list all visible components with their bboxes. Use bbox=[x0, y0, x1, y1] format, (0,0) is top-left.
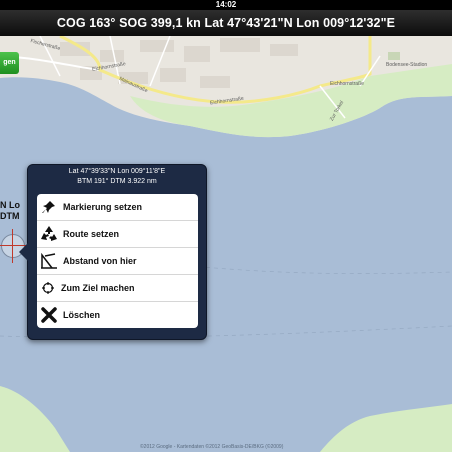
menu-item-label: Zum Ziel machen bbox=[61, 283, 135, 293]
recycle-icon bbox=[37, 225, 61, 243]
delete-x-icon bbox=[37, 307, 61, 323]
navigation-info-bar: COG 163° SOG 399,1 kn Lat 47°43'21"N Lon… bbox=[0, 10, 452, 36]
pin-icon bbox=[37, 200, 61, 214]
popup-header: Lat 47°39'33"N Lon 009°11'8"E BTM 191° D… bbox=[28, 165, 206, 187]
nav-info-text: COG 163° SOG 399,1 kn Lat 47°43'21"N Lon… bbox=[56, 16, 396, 30]
status-time: 14:02 bbox=[215, 0, 237, 9]
status-bar: 14:02 bbox=[0, 0, 452, 10]
popup-pointer bbox=[19, 243, 28, 261]
offscreen-label-line2: DTM bbox=[0, 211, 20, 221]
context-popup: Lat 47°39'33"N Lon 009°11'8"E BTM 191° D… bbox=[19, 164, 207, 340]
offscreen-label-line1: N Lo bbox=[0, 200, 20, 210]
menu-item-distance-from-here[interactable]: Abstand von hier bbox=[37, 248, 198, 275]
green-button-label: gen bbox=[3, 59, 16, 66]
menu-item-label: Markierung setzen bbox=[63, 202, 143, 212]
menu-item-label: Abstand von hier bbox=[63, 256, 137, 266]
target-icon bbox=[41, 282, 55, 294]
menu-item-make-destination[interactable]: Zum Ziel machen bbox=[37, 275, 198, 302]
street-label: Eichhornstraße bbox=[330, 81, 364, 87]
green-action-button[interactable]: gen bbox=[0, 52, 19, 74]
place-label: Bodensee-Stadion bbox=[386, 62, 428, 68]
popup-menu: Markierung setzen Route setzen Abstand v… bbox=[37, 194, 198, 328]
menu-item-set-route[interactable]: Route setzen bbox=[37, 221, 198, 248]
compass-icon bbox=[37, 253, 61, 269]
menu-item-label: Löschen bbox=[63, 310, 101, 320]
popup-bearing-distance: BTM 191° DTM 3.922 nm bbox=[77, 178, 157, 185]
popup-coordinates: Lat 47°39'33"N Lon 009°11'8"E bbox=[68, 168, 166, 175]
menu-item-set-marker[interactable]: Markierung setzen bbox=[37, 194, 198, 221]
menu-item-delete[interactable]: Löschen bbox=[37, 302, 198, 328]
map-copyright: ©2012 Google - Kartendaten ©2012 GeoBasi… bbox=[140, 444, 284, 450]
menu-item-label: Route setzen bbox=[63, 229, 120, 239]
